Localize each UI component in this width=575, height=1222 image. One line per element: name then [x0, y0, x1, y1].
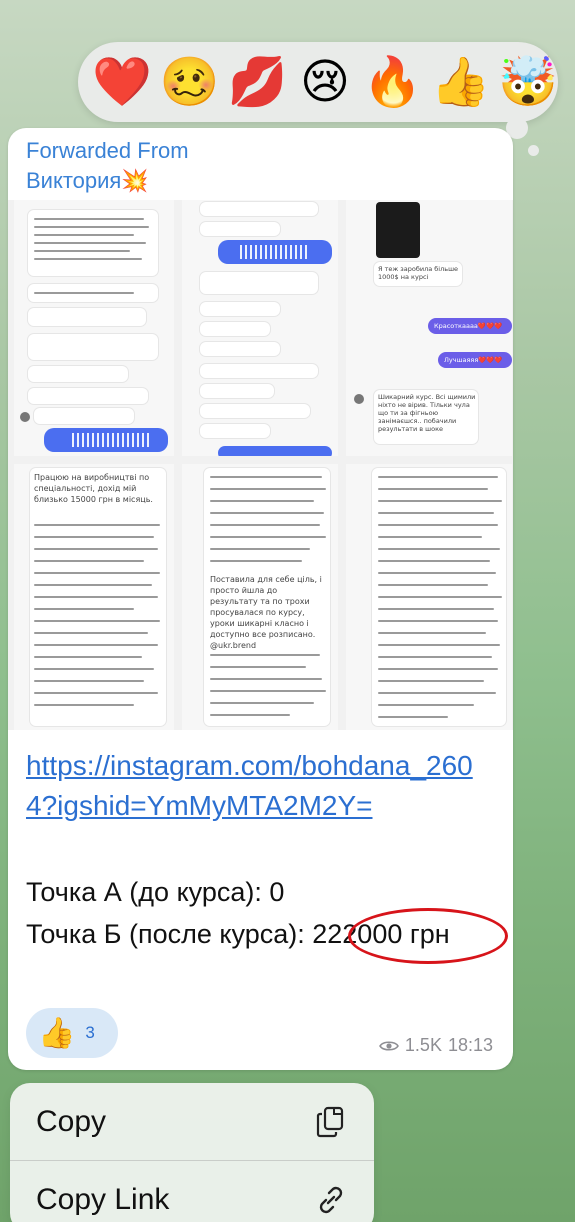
chat-screenshot-5: Поставила для себе ціль, і просто йшла д… — [182, 464, 338, 730]
message-time: 18:13 — [447, 1035, 493, 1055]
reaction-bubble-tail-small — [528, 145, 539, 156]
chat-screenshot-2 — [182, 200, 338, 456]
instagram-link[interactable]: https://instagram.com/bohdana_2604?igshi… — [26, 746, 496, 826]
copy-link-menu-item[interactable]: Copy Link — [10, 1161, 374, 1222]
chat-screenshot-1 — [14, 200, 174, 456]
fire-reaction[interactable]: 🔥 — [363, 52, 423, 112]
heart-reaction[interactable]: ❤️ — [92, 52, 152, 112]
copy-icon — [316, 1106, 344, 1137]
eye-icon — [378, 1040, 399, 1051]
crying-face-reaction[interactable]: 😢 — [295, 52, 354, 112]
reaction-picker: ❤️ 🥴 💋 😢 🔥 👍 🤯 — [78, 42, 558, 122]
forwarded-message[interactable]: Forwarded From Виктория💥 Я теж заробила … — [8, 128, 513, 1070]
forwarded-from-name[interactable]: Виктория💥 — [26, 168, 149, 194]
chat-screenshot-4: Працюю на виробництві по спеціальності, … — [14, 464, 174, 730]
chat-screenshot-3: Я теж заробила більше 1000$ на курсі Кра… — [346, 200, 512, 456]
message-meta: 1.5K 18:13 — [378, 1035, 493, 1056]
copy-label: Copy — [36, 1104, 107, 1138]
view-count: 1.5K — [404, 1035, 442, 1055]
point-a-text: Точка А (до курса): 0 — [26, 877, 285, 907]
thumbs-up-reaction[interactable]: 👍 — [430, 52, 490, 112]
red-highlight-circle — [348, 908, 508, 964]
context-menu: Copy Copy Link — [10, 1083, 374, 1222]
chat-screenshot-6 — [346, 464, 512, 730]
reaction-count: 3 — [85, 1023, 95, 1042]
thumbs-up-reaction-pill[interactable]: 👍 3 — [26, 1008, 118, 1058]
kiss-mark-reaction[interactable]: 💋 — [228, 52, 288, 112]
exploding-head-reaction[interactable]: 🤯 — [498, 52, 558, 112]
woozy-face-reaction[interactable]: 🥴 — [160, 52, 220, 112]
link-icon — [319, 1186, 343, 1214]
forwarded-from-label: Forwarded From — [26, 138, 189, 163]
copy-menu-item[interactable]: Copy — [10, 1083, 374, 1161]
copy-link-label: Copy Link — [36, 1183, 170, 1216]
thumbs-up-icon: 👍 — [38, 1015, 76, 1051]
screenshots-collage-image[interactable]: Я теж заробила більше 1000$ на курсі Кра… — [8, 200, 513, 730]
